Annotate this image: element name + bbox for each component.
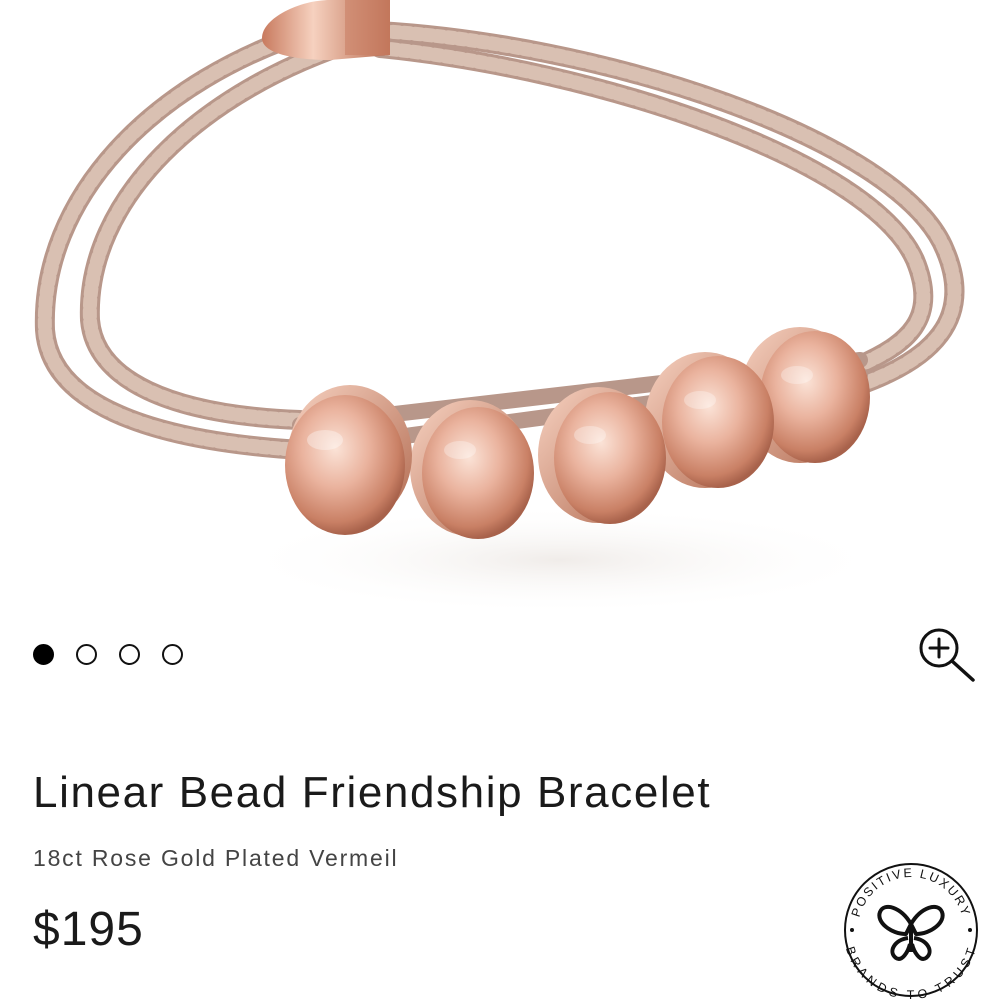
badge-bottom-text: BRANDS TO TRUST bbox=[843, 945, 977, 1000]
carousel-dot-1[interactable] bbox=[33, 644, 54, 665]
carousel-dots bbox=[33, 644, 183, 665]
product-price: $195 bbox=[33, 903, 144, 956]
product-image[interactable] bbox=[0, 0, 1000, 640]
zoom-in-icon bbox=[919, 628, 975, 682]
positive-luxury-badge[interactable]: POSITIVE LUXURY BRANDS TO TRUST bbox=[836, 852, 986, 1000]
carousel-dot-3[interactable] bbox=[119, 644, 140, 665]
zoom-button[interactable] bbox=[912, 624, 978, 684]
product-subtitle: 18ct Rose Gold Plated Vermeil bbox=[33, 845, 399, 871]
carousel-dot-2[interactable] bbox=[76, 644, 97, 665]
badge-top-text: POSITIVE LUXURY bbox=[849, 866, 971, 919]
butterfly-icon bbox=[877, 904, 945, 961]
carousel-dot-4[interactable] bbox=[162, 644, 183, 665]
product-page: Linear Bead Friendship Bracelet 18ct Ros… bbox=[0, 0, 1000, 1000]
bead-group bbox=[285, 327, 870, 539]
svg-text:POSITIVE LUXURY: POSITIVE LUXURY bbox=[849, 866, 973, 919]
product-title: Linear Bead Friendship Bracelet bbox=[33, 768, 712, 817]
svg-text:BRANDS TO TRUST: BRANDS TO TRUST bbox=[843, 945, 979, 1000]
